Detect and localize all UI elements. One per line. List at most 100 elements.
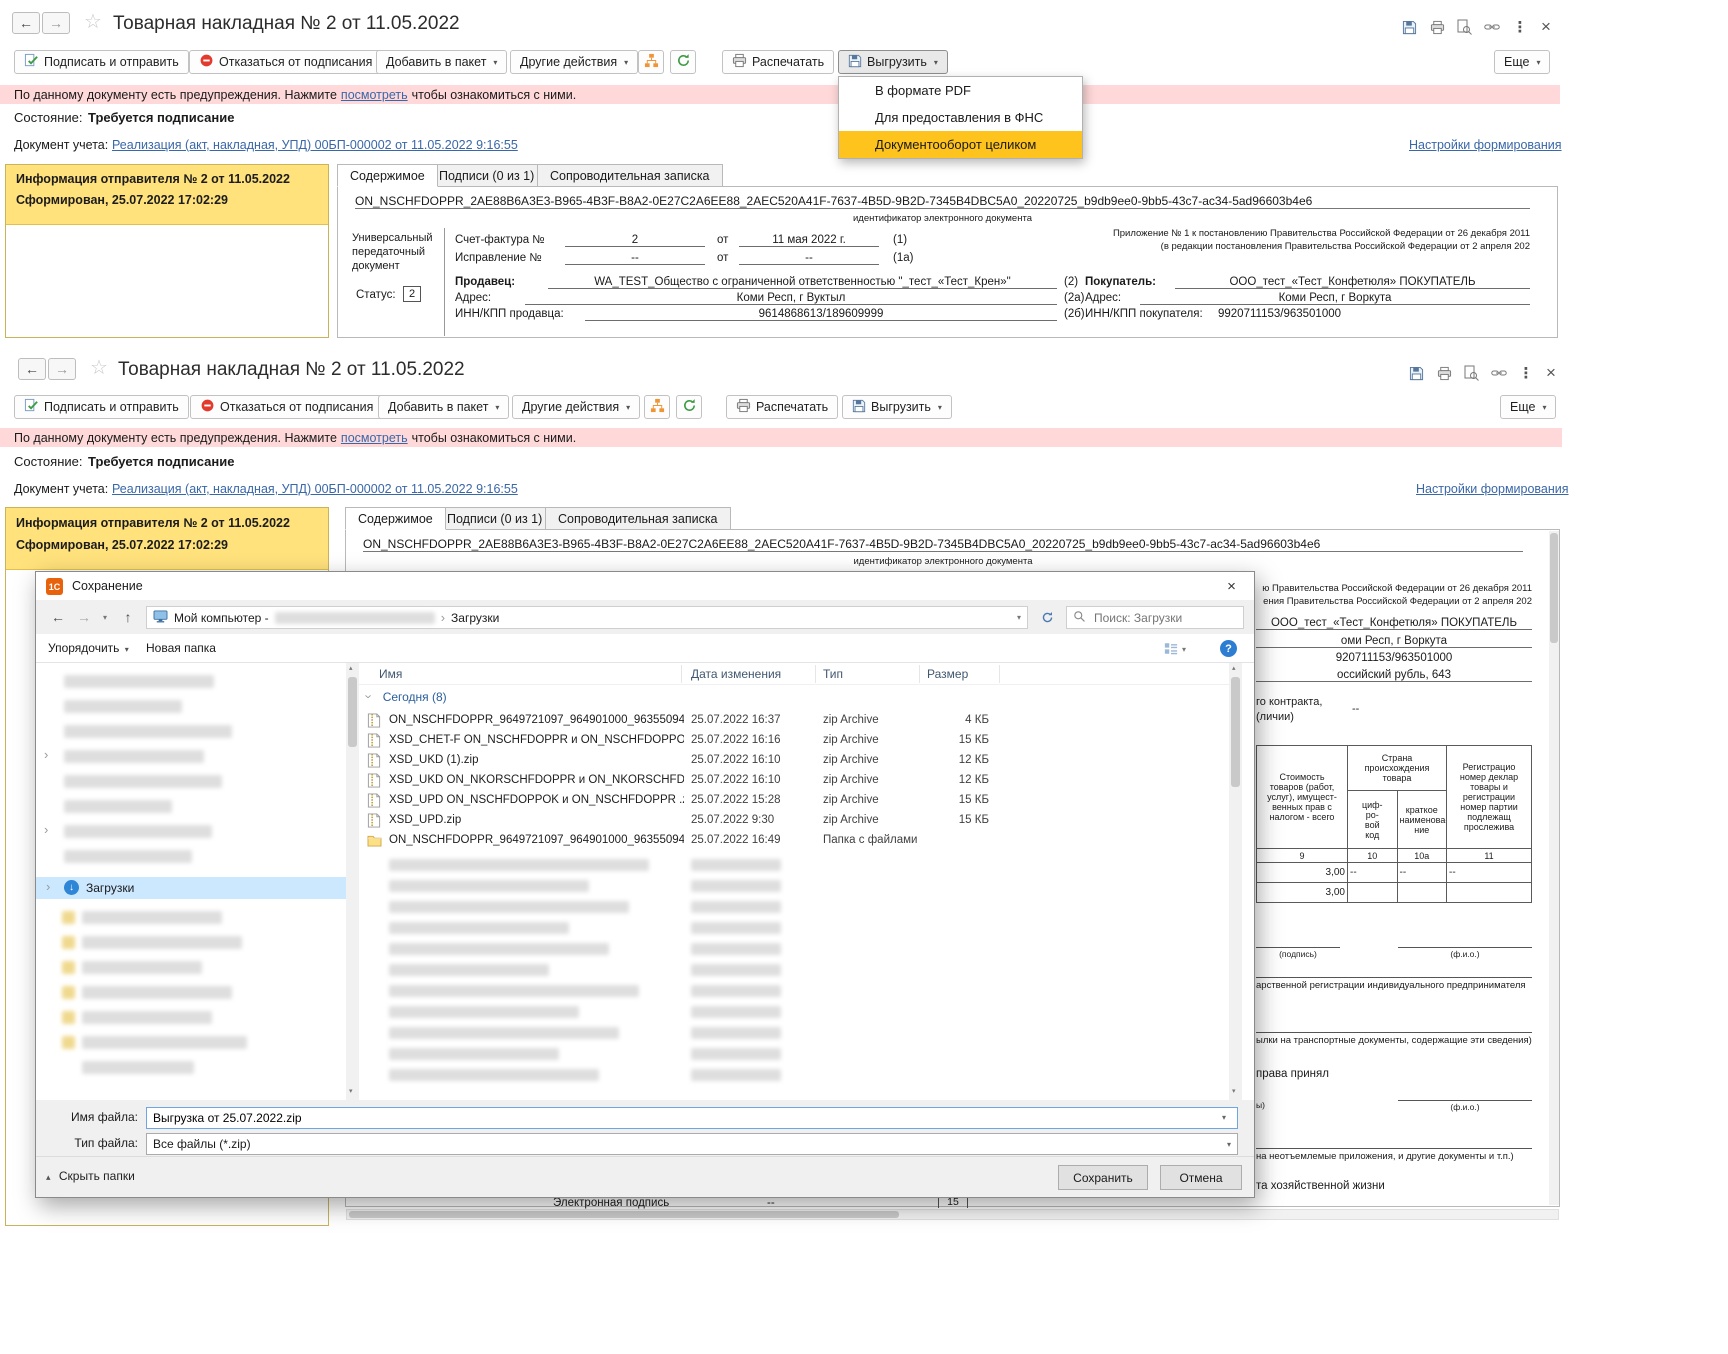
refresh-address-button[interactable] [1034,606,1060,629]
export-button[interactable]: Выгрузить ▾ [842,395,952,419]
file-row[interactable]: XSD_CHET-F ON_NSCHFDOPPR и ON_NSCHFDOPPO… [359,731,1219,751]
column-divider[interactable] [681,665,682,683]
breadcrumb-current[interactable]: Загрузки [451,611,499,625]
folder-tree[interactable]: › › › ↓ Загрузки [36,663,346,1100]
hide-folders-button[interactable]: ▴ Скрыть папки [46,1169,135,1183]
column-divider[interactable] [919,665,920,683]
kebab-menu-icon[interactable]: ⋮ [1509,16,1531,38]
tree-item-downloads[interactable]: › ↓ Загрузки [36,877,346,899]
nav-back-button[interactable]: ← [46,606,70,628]
export-button[interactable]: Выгрузить ▾ [838,50,948,74]
menu-item-pdf[interactable]: В формате PDF [839,77,1082,104]
scrollbar-thumb[interactable] [348,677,357,747]
accounting-doc-link[interactable]: Реализация (акт, накладная, УПД) 00БП-00… [112,482,518,496]
filename-dropdown-icon[interactable]: ▾ [1222,1113,1226,1122]
forward-button[interactable]: → [48,358,76,380]
warning-view-link[interactable]: посмотреть [341,431,408,445]
file-row[interactable]: XSD_UPD.zip 25.07.2022 9:30 zip Archive … [359,811,1219,831]
other-actions-button[interactable]: Другие действия ▾ [510,50,639,74]
tab-cover-note[interactable]: Сопроводительная записка [545,507,731,530]
tab-signatures[interactable]: Подписи (0 из 1) [434,507,556,530]
close-icon[interactable]: × [1540,362,1562,384]
print-icon[interactable] [1433,362,1455,384]
add-to-package-button[interactable]: Добавить в пакет ▾ [376,50,508,74]
favorite-star-icon[interactable]: ☆ [84,12,102,32]
save-button[interactable]: Сохранить [1058,1165,1148,1190]
tab-cover-note[interactable]: Сопроводительная записка [537,164,723,187]
structure-button[interactable] [638,50,664,74]
group-expand-icon[interactable]: › [362,694,377,698]
menu-item-full-flow[interactable]: Документооборот целиком [839,131,1082,158]
save-icon[interactable] [1398,16,1420,38]
warning-view-link[interactable]: посмотреть [341,88,408,102]
address-dropdown-icon[interactable]: ▾ [1017,613,1021,622]
scroll-down-icon[interactable]: ▾ [1232,1087,1236,1095]
column-header-date[interactable]: Дата изменения [691,667,781,681]
tab-content[interactable]: Содержимое [345,507,446,530]
dialog-close-icon[interactable]: × [1209,572,1254,600]
favorite-star-icon[interactable]: ☆ [90,358,108,378]
search-box[interactable] [1066,606,1244,629]
scroll-up-icon[interactable]: ▴ [1232,664,1236,672]
help-icon[interactable]: ? [1220,640,1237,657]
scroll-up-icon[interactable]: ▴ [349,664,353,672]
save-icon[interactable] [1405,362,1427,384]
organize-button[interactable]: Упорядочить ▾ [48,641,129,655]
vertical-scrollbar[interactable] [1549,531,1559,1205]
address-bar[interactable]: Мой компьютер - › Загрузки ▾ [146,606,1028,629]
new-folder-button[interactable]: Новая папка [146,641,216,655]
more-button[interactable]: Еще ▾ [1500,395,1557,419]
file-row[interactable]: XSD_UPD ON_NSCHFDOPPOK и ON_NSCHFDOPPR .… [359,791,1219,811]
filetype-select[interactable]: Все файлы (*.zip) ▾ [146,1133,1238,1155]
sign-and-send-button[interactable]: Подписать и отправить [14,395,189,419]
refuse-signing-button[interactable]: Отказаться от подписания [189,50,383,74]
horizontal-scrollbar[interactable] [346,1209,1559,1220]
preview-icon[interactable] [1453,16,1475,38]
generation-settings-link[interactable]: Настройки формирования [1416,482,1569,496]
list-scrollbar[interactable]: ▴ ▾ [1229,663,1242,1100]
group-header-today[interactable]: › Сегодня (8) [362,690,447,704]
file-row[interactable]: ON_NSCHFDOPPR_9649721097_964901000_96355… [359,831,1219,851]
nav-history-chevron-icon[interactable]: ▾ [98,606,112,628]
link-icon[interactable] [1481,16,1503,38]
preview-icon[interactable] [1460,362,1482,384]
more-button[interactable]: Еще ▾ [1494,50,1551,74]
accounting-doc-link[interactable]: Реализация (акт, накладная, УПД) 00БП-00… [112,138,518,152]
refuse-signing-button[interactable]: Отказаться от подписания [190,395,384,419]
search-input[interactable] [1092,609,1226,626]
cancel-button[interactable]: Отмена [1160,1165,1242,1190]
column-header-size[interactable]: Размер [927,667,968,681]
refresh-button[interactable] [676,395,702,419]
file-row[interactable]: ON_NSCHFDOPPR_9649721097_964901000_96355… [359,711,1219,731]
dialog-titlebar[interactable]: 1С Сохранение × [36,572,1254,600]
tree-chevron-icon[interactable]: › [44,823,48,836]
print-document-button[interactable]: Распечатать [726,395,839,419]
tree-chevron-icon[interactable]: › [44,748,48,761]
nav-forward-button[interactable]: → [72,606,96,628]
file-row[interactable]: XSD_UKD (1).zip 25.07.2022 16:10 zip Arc… [359,751,1219,771]
kebab-menu-icon[interactable]: ⋮ [1515,362,1537,384]
view-mode-dropdown-icon[interactable]: ▾ [1182,645,1186,654]
other-actions-button[interactable]: Другие действия ▾ [512,395,641,419]
menu-item-fns[interactable]: Для предоставления в ФНС [839,104,1082,131]
sign-and-send-button[interactable]: Подписать и отправить [14,50,189,74]
column-divider[interactable] [815,665,816,683]
link-icon[interactable] [1488,362,1510,384]
tab-content[interactable]: Содержимое [337,164,438,187]
add-to-package-button[interactable]: Добавить в пакет ▾ [378,395,510,419]
print-icon[interactable] [1426,16,1448,38]
scrollbar-thumb[interactable] [1550,533,1558,643]
print-document-button[interactable]: Распечатать [722,50,835,74]
column-divider[interactable] [999,665,1000,683]
tree-scrollbar[interactable]: ▴ ▾ [346,663,359,1100]
structure-button[interactable] [644,395,670,419]
filename-input[interactable] [146,1107,1238,1129]
scrollbar-thumb[interactable] [1231,677,1240,787]
scrollbar-thumb[interactable] [349,1211,899,1218]
column-header-name[interactable]: Имя [379,667,402,681]
close-icon[interactable]: × [1535,16,1557,38]
tab-signatures[interactable]: Подписи (0 из 1) [426,164,548,187]
breadcrumb-root[interactable]: Мой компьютер - [174,611,269,625]
nav-up-button[interactable]: ↑ [116,606,140,628]
scroll-down-icon[interactable]: ▾ [349,1087,353,1095]
